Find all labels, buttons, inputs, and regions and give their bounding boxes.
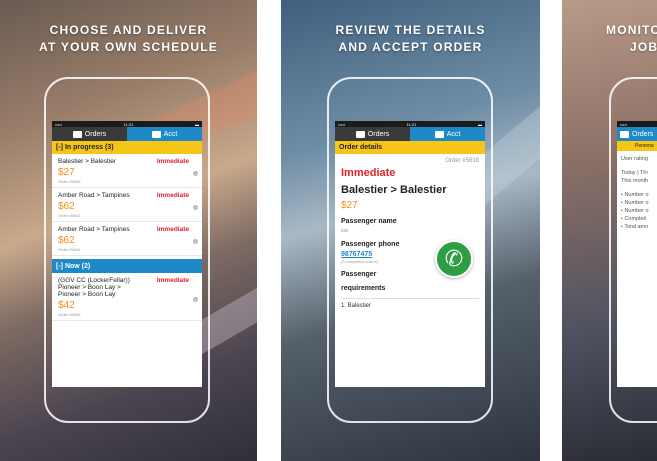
stat-line: • Number o (621, 208, 649, 214)
panel-review-details: REVIEW THE DETAILS AND ACCEPT ORDER ••••… (281, 0, 540, 461)
order-number: Order #5644 (58, 247, 81, 252)
chevron-right-icon: › (193, 170, 198, 176)
stat-line: • Number o (621, 200, 649, 206)
call-button[interactable]: ✆ (435, 240, 473, 278)
headline-line: MONITO (606, 23, 657, 37)
app-store-screenshot-strip: CHOOSE AND DELIVER AT YOUR OWN SCHEDULE … (0, 0, 657, 461)
chevron-right-icon: › (193, 296, 198, 302)
panel-headline: REVIEW THE DETAILS AND ACCEPT ORDER (281, 22, 540, 56)
tab-orders[interactable]: Orders (335, 127, 410, 141)
section-now[interactable]: [-] Now (2) (52, 259, 202, 273)
order-route: Balestier > Balestier (341, 184, 447, 196)
tab-label: Orders (632, 130, 654, 138)
order-item[interactable]: (GGV CC (LockerFellar)) Immediate Pionee… (52, 273, 202, 321)
chevron-right-icon: › (193, 204, 198, 210)
tab-label: Orders (367, 130, 390, 138)
carrier-signal: ••••• (338, 121, 346, 127)
order-price: $27 (341, 200, 358, 211)
order-price: $62 (58, 201, 75, 212)
tab-label: Orders (84, 130, 107, 138)
battery-icon: ▬ (194, 121, 199, 127)
order-tag: Immediate (341, 167, 396, 179)
order-price: $62 (58, 235, 75, 246)
order-number: Order #5668 (58, 179, 81, 184)
orders-icon (620, 130, 629, 138)
order-detail: Order #5638 Immediate Balestier > Balest… (335, 154, 485, 313)
tab-acct[interactable]: Acct (127, 127, 202, 141)
status-time: 11:21 (406, 121, 417, 127)
order-item[interactable]: Amber Road > Tampines Immediate $62 Orde… (52, 222, 202, 256)
headline-line: JOB (630, 40, 657, 54)
phone-screen: ••••• 11:21 ▬ Orders Acct [-] In progres… (52, 121, 202, 387)
requirements-label: requirements (341, 285, 386, 292)
headline-line: CHOOSE AND DELIVER (49, 23, 208, 37)
panel-choose-deliver: CHOOSE AND DELIVER AT YOUR OWN SCHEDULE … (0, 0, 257, 461)
section-personal: Persona (617, 141, 657, 151)
stat-line: • Number o (621, 192, 649, 198)
orders-icon (355, 130, 365, 138)
orders-icon (72, 130, 82, 138)
tab-label: Acct (163, 130, 178, 138)
order-route: Pioneer > Boon Lay > (58, 284, 121, 291)
section-in-progress[interactable]: [-] In progress (3) (52, 141, 202, 154)
order-number: Order #5665 (58, 312, 81, 317)
tab-bar: Orders Acct (335, 127, 485, 141)
section-order-details: Order details (335, 141, 485, 154)
tab-acct[interactable]: Acct (410, 127, 485, 141)
stat-line: • Total amo (621, 224, 649, 230)
stat-line: • Completi (621, 216, 647, 222)
headline-line: AT YOUR OWN SCHEDULE (39, 40, 218, 54)
carrier-signal: ••••• (55, 121, 63, 127)
tab-bar: Orders Acct (52, 127, 202, 141)
order-number: Order #5638 (445, 158, 479, 164)
order-tag: Immediate (156, 158, 189, 165)
order-price: $42 (58, 300, 75, 311)
tab-bar: Orders (617, 127, 657, 141)
stat-line: User rating (621, 156, 648, 162)
passenger-name-value: sss (341, 228, 349, 234)
stat-line: This month (621, 178, 649, 184)
chevron-right-icon: › (193, 238, 198, 244)
order-price: $27 (58, 167, 75, 178)
stop-item: 1. Balestier (341, 298, 479, 309)
taxi-icon (434, 130, 444, 138)
panel-headline: MONITO JOB (606, 22, 657, 56)
headline-line: REVIEW THE DETAILS (335, 23, 486, 37)
passenger-name-label: Passenger name (341, 218, 397, 225)
battery-icon: ▬ (477, 121, 482, 127)
order-item[interactable]: Balestier > Balestier Immediate $27 Orde… (52, 154, 202, 188)
panel-headline: CHOOSE AND DELIVER AT YOUR OWN SCHEDULE (0, 22, 257, 56)
headline-line: AND ACCEPT ORDER (338, 40, 483, 54)
tab-orders[interactable]: Orders (52, 127, 127, 141)
tab-label: Acct (446, 130, 461, 138)
taxi-icon (151, 130, 161, 138)
phone-icon: ✆ (444, 246, 464, 271)
phone-screen: ••••• 11 Orders Persona User rating Toda… (617, 121, 657, 387)
order-number: Order #5643 (58, 213, 81, 218)
order-item[interactable]: Amber Road > Tampines Immediate $62 Orde… (52, 188, 202, 222)
status-time: 11:21 (123, 121, 134, 127)
order-tag: Immediate (156, 226, 189, 233)
stat-line: Today | Thi (621, 170, 648, 176)
carrier-signal: ••••• (620, 121, 628, 127)
order-tag: Immediate (156, 192, 189, 199)
order-route: Pioneer > Boon Lay (58, 291, 116, 298)
tab-orders[interactable]: Orders (617, 127, 657, 141)
panel-monitor-jobs: MONITO JOB ••••• 11 Orders Persona User … (562, 0, 657, 461)
order-tag: Immediate (156, 277, 189, 284)
